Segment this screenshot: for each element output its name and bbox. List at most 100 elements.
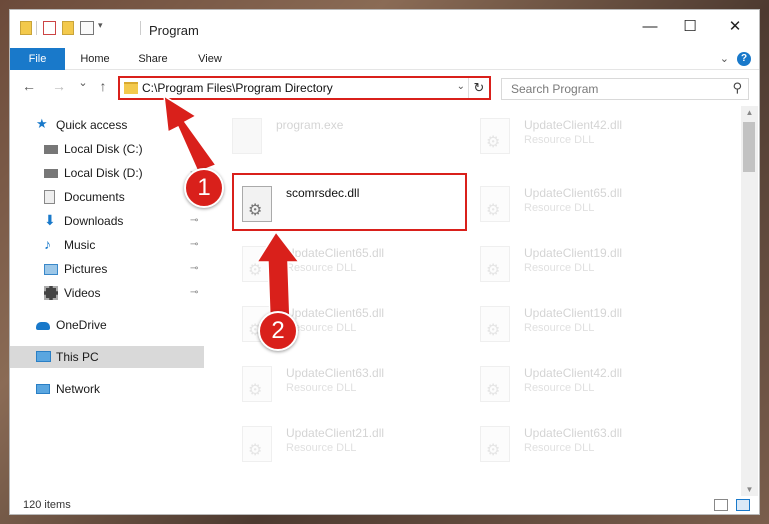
- close-button[interactable]: ✕: [715, 10, 755, 42]
- sidebar-item-pictures[interactable]: Pictures ⊸: [44, 258, 204, 280]
- gear-icon: ⚙: [248, 382, 263, 399]
- forward-button[interactable]: →: [50, 78, 68, 94]
- sidebar-item-label: This PC: [56, 350, 99, 364]
- file-item[interactable]: ⚙ UpdateClient42.dll Resource DLL: [474, 360, 704, 412]
- exe-file-icon: [232, 118, 262, 154]
- gear-icon: ⚙: [248, 262, 263, 279]
- file-name: UpdateClient65.dll: [524, 186, 623, 200]
- scroll-down-icon[interactable]: ▼: [741, 485, 758, 494]
- file-name: UpdateClient21.dll: [286, 426, 385, 440]
- address-bar[interactable]: C:\Program Files\Program Directory ⌄ ↻: [118, 76, 491, 100]
- dll-file-icon: ⚙: [242, 246, 272, 282]
- folder-icon: [20, 21, 32, 35]
- sidebar-item-videos[interactable]: Videos ⊸: [44, 282, 204, 304]
- file-item[interactable]: program.exe: [226, 112, 456, 164]
- file-type: Resource DLL: [286, 442, 357, 454]
- pin-icon[interactable]: ⊸: [190, 234, 198, 256]
- new-folder-icon[interactable]: [62, 21, 74, 35]
- item-count: 120 items: [23, 499, 71, 511]
- scrollbar-thumb[interactable]: [743, 122, 755, 172]
- expand-ribbon-icon[interactable]: ⌄: [720, 52, 729, 65]
- gear-icon: ⚙: [486, 382, 501, 399]
- pictures-icon: [44, 264, 58, 275]
- file-list: program.exe ⚙ UpdateClient42.dll Resourc…: [206, 106, 738, 496]
- refresh-button[interactable]: ↻: [468, 78, 489, 98]
- file-type: Resource DLL: [524, 322, 595, 334]
- file-item[interactable]: ⚙ UpdateClient63.dll Resource DLL: [474, 420, 704, 472]
- dll-file-icon: ⚙: [480, 366, 510, 402]
- network-icon: [36, 384, 50, 394]
- sidebar-item-music[interactable]: ♪ Music ⊸: [44, 234, 204, 256]
- sidebar-item-local-disk-c[interactable]: Local Disk (C:) ⊸: [44, 138, 204, 160]
- separator: [140, 21, 141, 35]
- tiles-view-icon[interactable]: [736, 499, 750, 511]
- file-item[interactable]: ⚙ UpdateClient63.dll Resource DLL: [236, 360, 466, 412]
- title-bar: ▾ Program — ☐ ✕: [10, 10, 759, 44]
- dll-file-icon: ⚙: [480, 186, 510, 222]
- recent-locations-button[interactable]: ⌄: [74, 76, 92, 89]
- file-item[interactable]: ⚙ UpdateClient65.dll Resource DLL: [474, 180, 704, 232]
- dll-file-icon: ⚙: [242, 426, 272, 462]
- file-highlight-box: [232, 173, 467, 231]
- sidebar-item-documents[interactable]: Documents ⊸: [44, 186, 204, 208]
- navigation-bar: ← → ⌄ ↑ C:\Program Files\Program Directo…: [10, 72, 759, 102]
- address-path[interactable]: C:\Program Files\Program Directory: [142, 81, 333, 95]
- sidebar-item-label: Pictures: [64, 262, 108, 276]
- pin-icon[interactable]: ⊸: [190, 258, 198, 280]
- search-icon[interactable]: ⚲: [732, 80, 742, 96]
- folder-icon: [124, 82, 138, 94]
- file-item[interactable]: ⚙ UpdateClient65.dll Resource DLL: [236, 240, 466, 292]
- scroll-up-icon[interactable]: ▲: [741, 108, 758, 117]
- file-name: UpdateClient63.dll: [286, 366, 385, 380]
- minimize-button[interactable]: —: [630, 10, 670, 42]
- back-button[interactable]: ←: [20, 78, 38, 94]
- file-type: Resource DLL: [524, 262, 595, 274]
- file-name: UpdateClient42.dll: [524, 366, 623, 380]
- tab-view[interactable]: View: [188, 48, 232, 70]
- documents-icon: [44, 190, 55, 204]
- up-button[interactable]: ↑: [94, 78, 112, 94]
- file-name: UpdateClient42.dll: [524, 118, 623, 132]
- file-name: UpdateClient19.dll: [524, 246, 623, 260]
- sidebar-item-label: OneDrive: [56, 318, 107, 332]
- drive-icon: [44, 145, 58, 154]
- search-box[interactable]: Search Program ⚲: [501, 78, 749, 100]
- sidebar-item-label: Documents: [64, 190, 125, 204]
- file-item[interactable]: ⚙ UpdateClient42.dll Resource DLL: [474, 112, 704, 164]
- dll-file-icon: ⚙: [480, 306, 510, 342]
- address-dropdown-icon[interactable]: ⌄: [457, 81, 465, 92]
- file-name: UpdateClient65.dll: [286, 306, 385, 320]
- customize-icon[interactable]: [80, 21, 94, 35]
- pin-icon[interactable]: ⊸: [190, 210, 198, 232]
- file-type: Resource DLL: [524, 442, 595, 454]
- file-name: UpdateClient65.dll: [286, 246, 385, 260]
- sidebar-item-label: Local Disk (D:): [64, 166, 143, 180]
- file-item[interactable]: ⚙ UpdateClient19.dll Resource DLL: [474, 300, 704, 352]
- pin-icon[interactable]: ⊸: [190, 282, 198, 304]
- dll-file-icon: ⚙: [480, 426, 510, 462]
- navigation-pane: ★ Quick access Local Disk (C:) ⊸ Local D…: [10, 106, 204, 486]
- sidebar-item-label: Network: [56, 382, 101, 396]
- sidebar-item-label: Quick access: [56, 118, 128, 132]
- file-type: Resource DLL: [524, 382, 595, 394]
- file-item[interactable]: ⚙ UpdateClient19.dll Resource DLL: [474, 240, 704, 292]
- sidebar-item-local-disk-d[interactable]: Local Disk (D:) ⊸: [44, 162, 204, 184]
- sidebar-item-label: Music: [64, 238, 96, 252]
- vertical-scrollbar[interactable]: ▲ ▼: [741, 106, 758, 496]
- sidebar-item-downloads[interactable]: ⬇ Downloads ⊸: [44, 210, 204, 232]
- pin-icon[interactable]: ⊸: [190, 138, 198, 160]
- tab-file[interactable]: File: [10, 48, 65, 70]
- search-input[interactable]: Search Program: [511, 82, 598, 96]
- details-view-icon[interactable]: [714, 499, 728, 511]
- properties-icon[interactable]: [43, 21, 56, 35]
- maximize-button[interactable]: ☐: [670, 10, 710, 42]
- ribbon-tabs: File Home Share View ⌄ ?: [10, 48, 759, 70]
- computer-icon: [36, 351, 51, 362]
- quick-access-dropdown-icon[interactable]: ▾: [98, 20, 103, 31]
- file-item[interactable]: ⚙ UpdateClient21.dll Resource DLL: [236, 420, 466, 472]
- gear-icon: ⚙: [486, 262, 501, 279]
- tab-share[interactable]: Share: [128, 48, 178, 70]
- dll-file-icon: ⚙: [480, 246, 510, 282]
- tab-home[interactable]: Home: [72, 48, 118, 70]
- help-icon[interactable]: ?: [737, 52, 751, 66]
